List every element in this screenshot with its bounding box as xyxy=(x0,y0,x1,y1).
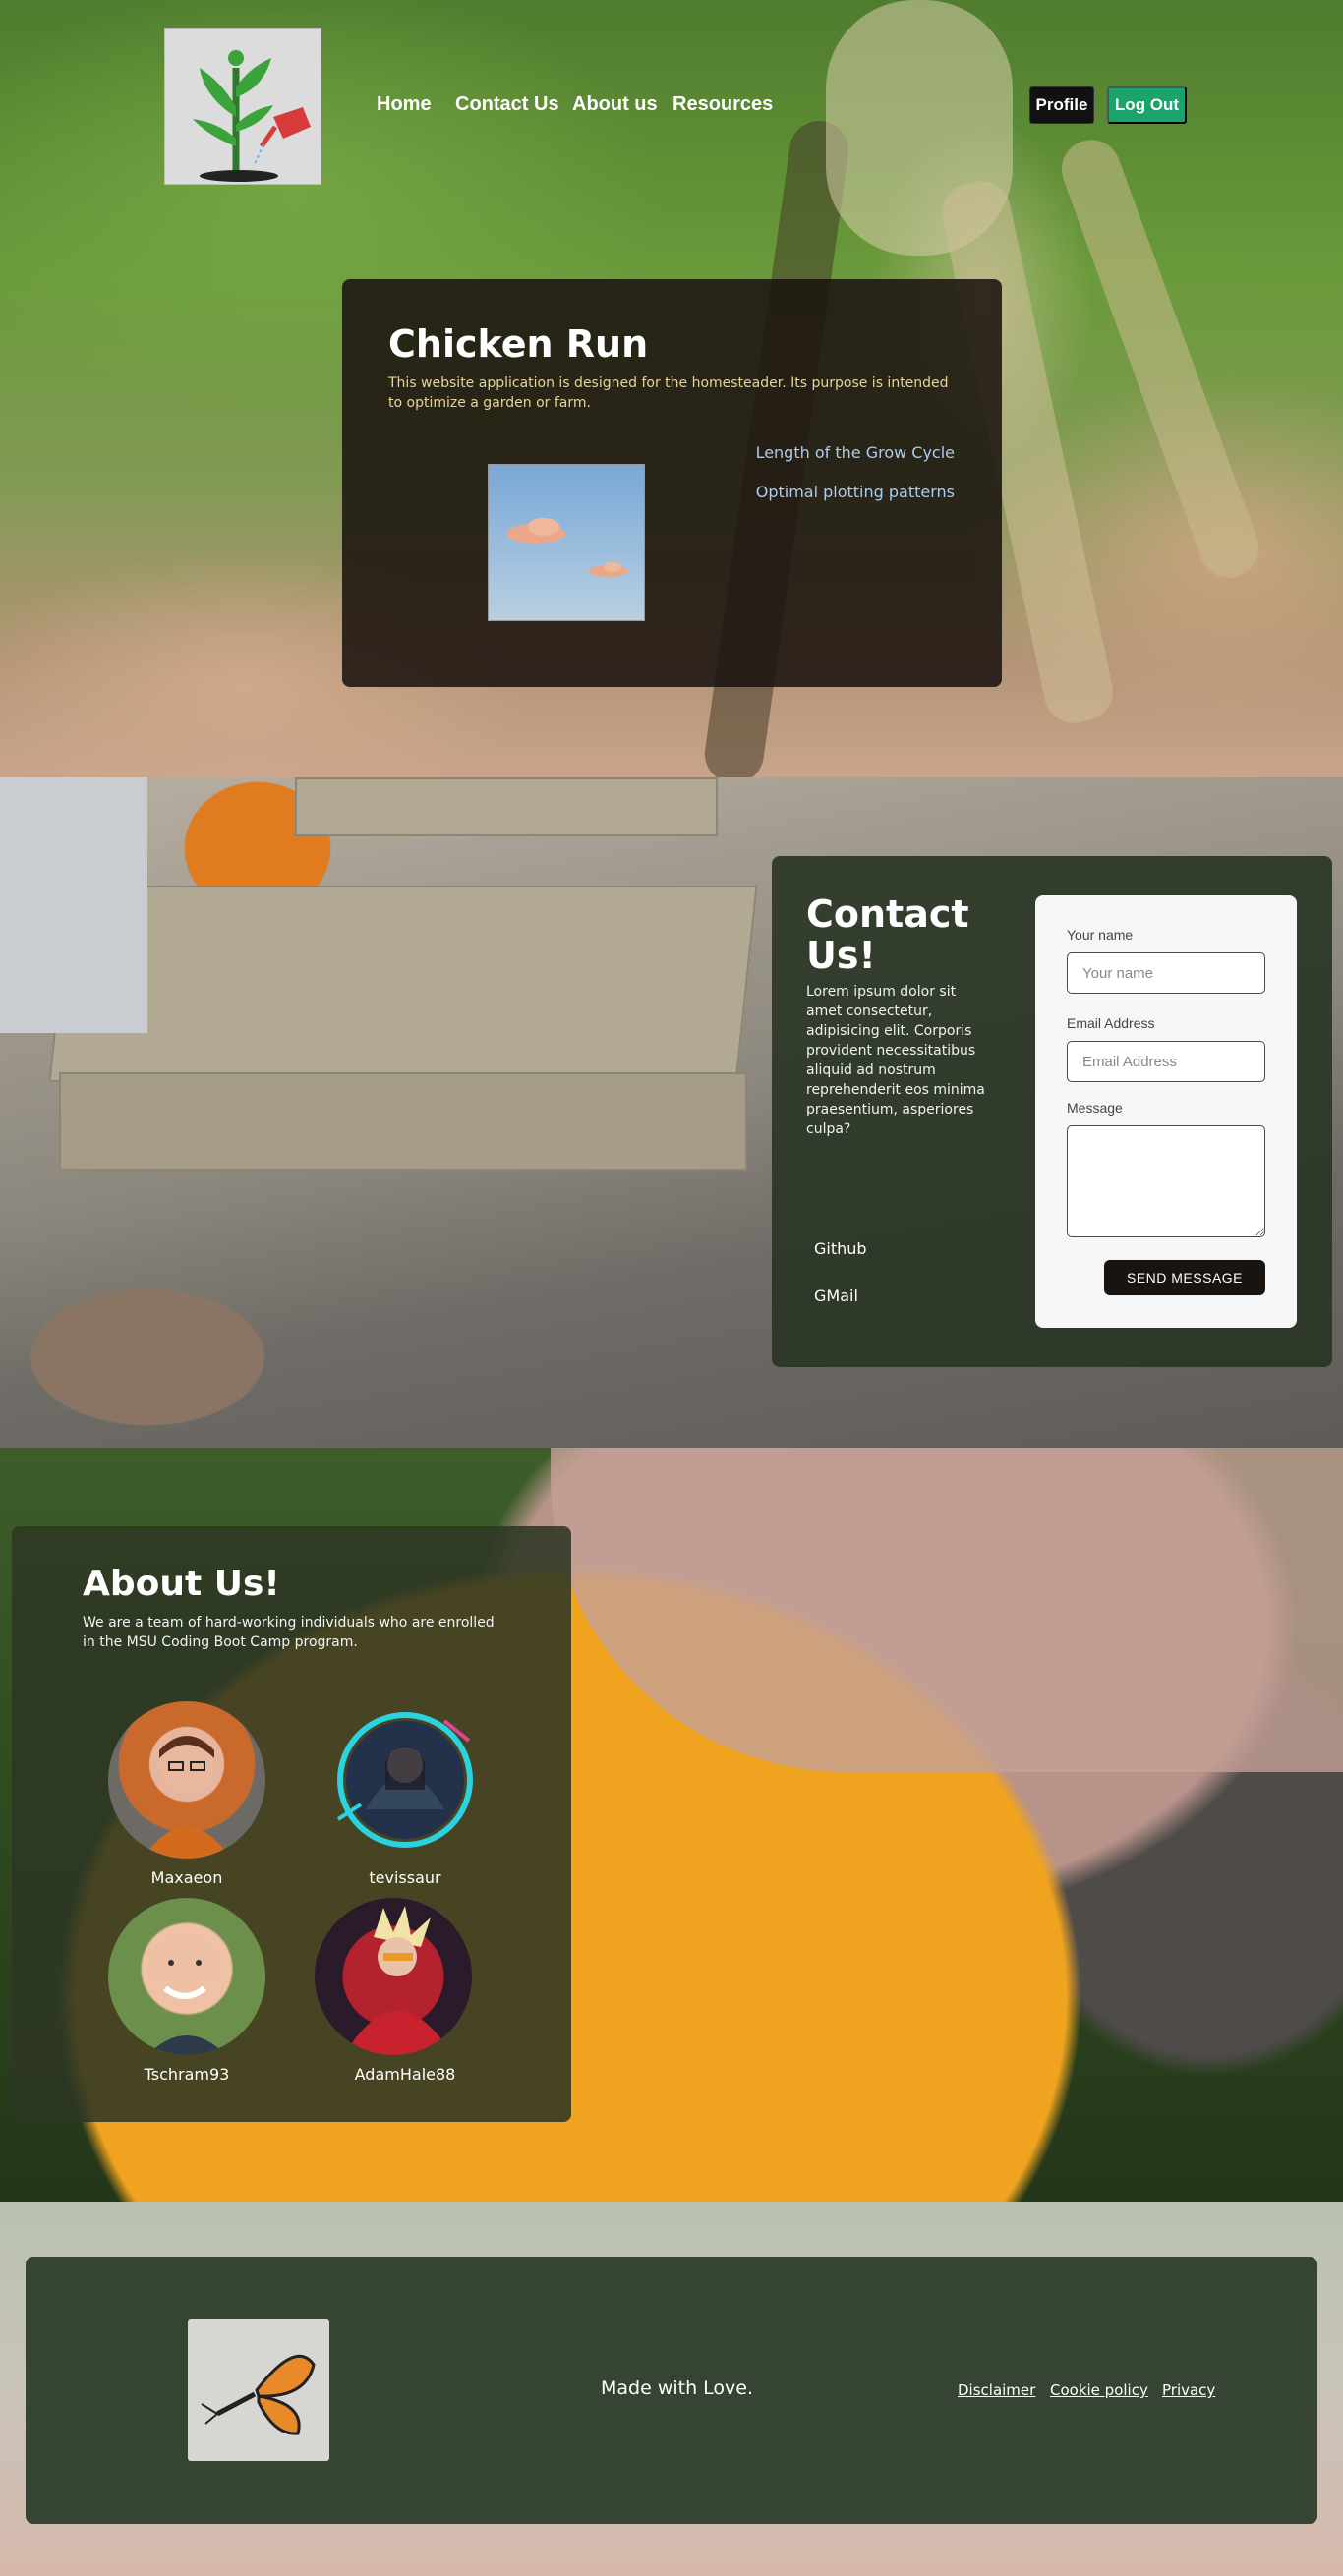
contact-card: Contact Us! Lorem ipsum dolor sit amet c… xyxy=(772,856,1332,1367)
disclaimer-link[interactable]: Disclaimer xyxy=(958,2381,1035,2399)
nav-contact-us[interactable]: Contact Us xyxy=(455,93,559,116)
plotting-patterns-link[interactable]: Optimal plotting patterns xyxy=(756,483,955,501)
about-card: About Us! We are a team of hard-working … xyxy=(12,1526,571,2122)
about-description: We are a team of hard-working individual… xyxy=(83,1615,495,1650)
contact-text: Lorem ipsum dolor sit amet consectetur, … xyxy=(806,984,985,1137)
person-avatar-icon xyxy=(344,1906,452,2055)
hero-description: This website application is designed for… xyxy=(388,375,949,411)
step-shape xyxy=(295,777,718,836)
sky-image xyxy=(488,464,645,621)
person-avatar-icon xyxy=(143,1736,231,1859)
person-avatar-icon xyxy=(147,1931,226,2055)
hand-shape xyxy=(551,1448,1343,1772)
wall-shape xyxy=(0,777,147,1033)
plant-watering-can-icon xyxy=(193,50,311,182)
grow-cycle-link[interactable]: Length of the Grow Cycle xyxy=(756,443,955,462)
email-label: Email Address xyxy=(1067,1015,1155,1031)
nav-about-us[interactable]: About us xyxy=(572,93,658,116)
hero-section: Home Contact Us About us Resources Profi… xyxy=(0,0,1343,777)
avatar[interactable] xyxy=(108,1701,265,1859)
name-field[interactable] xyxy=(1067,952,1265,994)
send-message-button[interactable]: SEND MESSAGE xyxy=(1104,1260,1265,1295)
member-name: Maxaeon xyxy=(150,1868,223,1887)
privacy-link[interactable]: Privacy xyxy=(1162,2381,1215,2399)
gmail-link[interactable]: GMail xyxy=(814,1287,858,1305)
avatar[interactable] xyxy=(315,1898,472,2055)
about-title: About Us! xyxy=(83,1564,280,1604)
contact-section: Contact Us! Lorem ipsum dolor sit amet c… xyxy=(0,777,1343,1448)
about-section: About Us! We are a team of hard-working … xyxy=(0,1448,1343,2202)
footer-card: Made with Love. Disclaimer Cookie policy… xyxy=(26,2257,1317,2524)
butterfly-image xyxy=(188,2319,329,2461)
cookie-policy-link[interactable]: Cookie policy xyxy=(1050,2381,1148,2399)
person-avatar-icon xyxy=(336,1712,473,1848)
logout-button[interactable]: Log Out xyxy=(1107,86,1187,124)
butterfly-icon xyxy=(201,2354,316,2435)
member-name: AdamHale88 xyxy=(354,2065,456,2084)
email-field[interactable] xyxy=(1067,1041,1265,1082)
message-label: Message xyxy=(1067,1100,1123,1116)
avatar[interactable] xyxy=(326,1701,484,1859)
cloud-icon xyxy=(506,518,628,577)
hero-card: Chicken Run This website application is … xyxy=(342,279,1002,687)
member-name: tevissaur xyxy=(369,1868,441,1887)
hero-background-shape xyxy=(1053,131,1267,587)
footer-tagline: Made with Love. xyxy=(601,2377,754,2399)
page-title: Chicken Run xyxy=(388,322,649,366)
contact-title: Contact Us! xyxy=(806,892,969,977)
github-link[interactable]: Github xyxy=(814,1239,867,1258)
name-label: Your name xyxy=(1067,927,1134,943)
message-field[interactable] xyxy=(1067,1125,1265,1237)
contact-form: Your name Email Address Message SEND MES… xyxy=(1035,895,1297,1328)
logo[interactable] xyxy=(164,28,321,185)
step-shape xyxy=(59,1072,747,1171)
member-name: Tschram93 xyxy=(144,2065,230,2084)
footer: Made with Love. Disclaimer Cookie policy… xyxy=(0,2202,1343,2576)
nav-resources[interactable]: Resources xyxy=(672,93,773,116)
step-shape xyxy=(48,886,758,1082)
profile-button[interactable]: Profile xyxy=(1029,86,1094,124)
nav-home[interactable]: Home xyxy=(377,93,432,116)
avatar[interactable] xyxy=(108,1898,265,2055)
